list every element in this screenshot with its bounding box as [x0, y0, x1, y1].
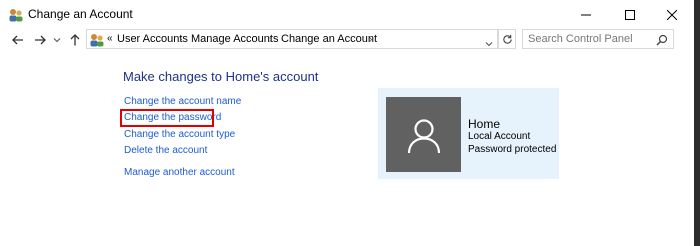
page-title: Make changes to Home's account: [123, 69, 319, 84]
manage-another-account-link[interactable]: Manage another account: [124, 167, 235, 178]
maximize-icon: [625, 9, 635, 20]
change-account-name-link[interactable]: Change the account name: [124, 96, 241, 107]
close-icon: [667, 9, 677, 20]
chevron-right-icon[interactable]: ›: [269, 34, 272, 45]
search-placeholder: Search Control Panel: [528, 33, 633, 45]
arrow-left-icon: [12, 35, 23, 45]
account-status: Password protected: [468, 144, 557, 155]
account-type: Local Account: [468, 131, 531, 142]
search-icon[interactable]: [656, 33, 668, 51]
user-accounts-icon: [8, 7, 24, 23]
breadcrumb-overflow[interactable]: «: [107, 33, 113, 44]
chevron-right-icon[interactable]: ›: [369, 34, 372, 45]
maximize-button[interactable]: [608, 0, 652, 29]
user-icon: [407, 118, 440, 153]
breadcrumb-manage-accounts[interactable]: Manage Accounts: [191, 33, 278, 45]
avatar: [386, 97, 461, 172]
account-card: Home Local Account Password protected: [378, 88, 559, 179]
delete-account-link[interactable]: Delete the account: [124, 145, 207, 156]
window-title: Change an Account: [28, 7, 133, 21]
highlight-box: [120, 109, 214, 127]
arrow-right-icon: [35, 35, 46, 45]
chevron-right-icon[interactable]: ›: [179, 34, 182, 45]
address-bar[interactable]: « User Accounts › Manage Accounts › Chan…: [86, 29, 498, 49]
window-edge: [694, 0, 700, 246]
title-bar: Change an Account: [0, 0, 694, 29]
address-dropdown-button[interactable]: [485, 34, 493, 52]
search-box[interactable]: Search Control Panel: [522, 29, 674, 49]
navigation-bar: « User Accounts › Manage Accounts › Chan…: [0, 29, 694, 51]
account-name: Home: [468, 117, 501, 131]
chevron-down-icon: [485, 42, 493, 47]
up-button[interactable]: [67, 32, 83, 48]
control-panel-icon: [89, 32, 105, 48]
refresh-icon: [502, 34, 512, 44]
window: Change an Account « User Accounts › Mana…: [0, 0, 694, 246]
minimize-icon: [581, 14, 591, 15]
close-button[interactable]: [650, 0, 694, 29]
recent-locations-button[interactable]: [52, 32, 62, 48]
arrow-up-icon: [70, 34, 80, 46]
breadcrumb-user-accounts[interactable]: User Accounts: [117, 33, 188, 45]
breadcrumb-change-account[interactable]: Change an Account: [281, 33, 377, 45]
back-button[interactable]: [10, 32, 26, 48]
minimize-button[interactable]: [564, 0, 608, 29]
chevron-down-icon: [53, 38, 61, 43]
change-account-type-link[interactable]: Change the account type: [124, 129, 235, 140]
forward-button[interactable]: [32, 32, 48, 48]
refresh-button[interactable]: [498, 29, 516, 49]
